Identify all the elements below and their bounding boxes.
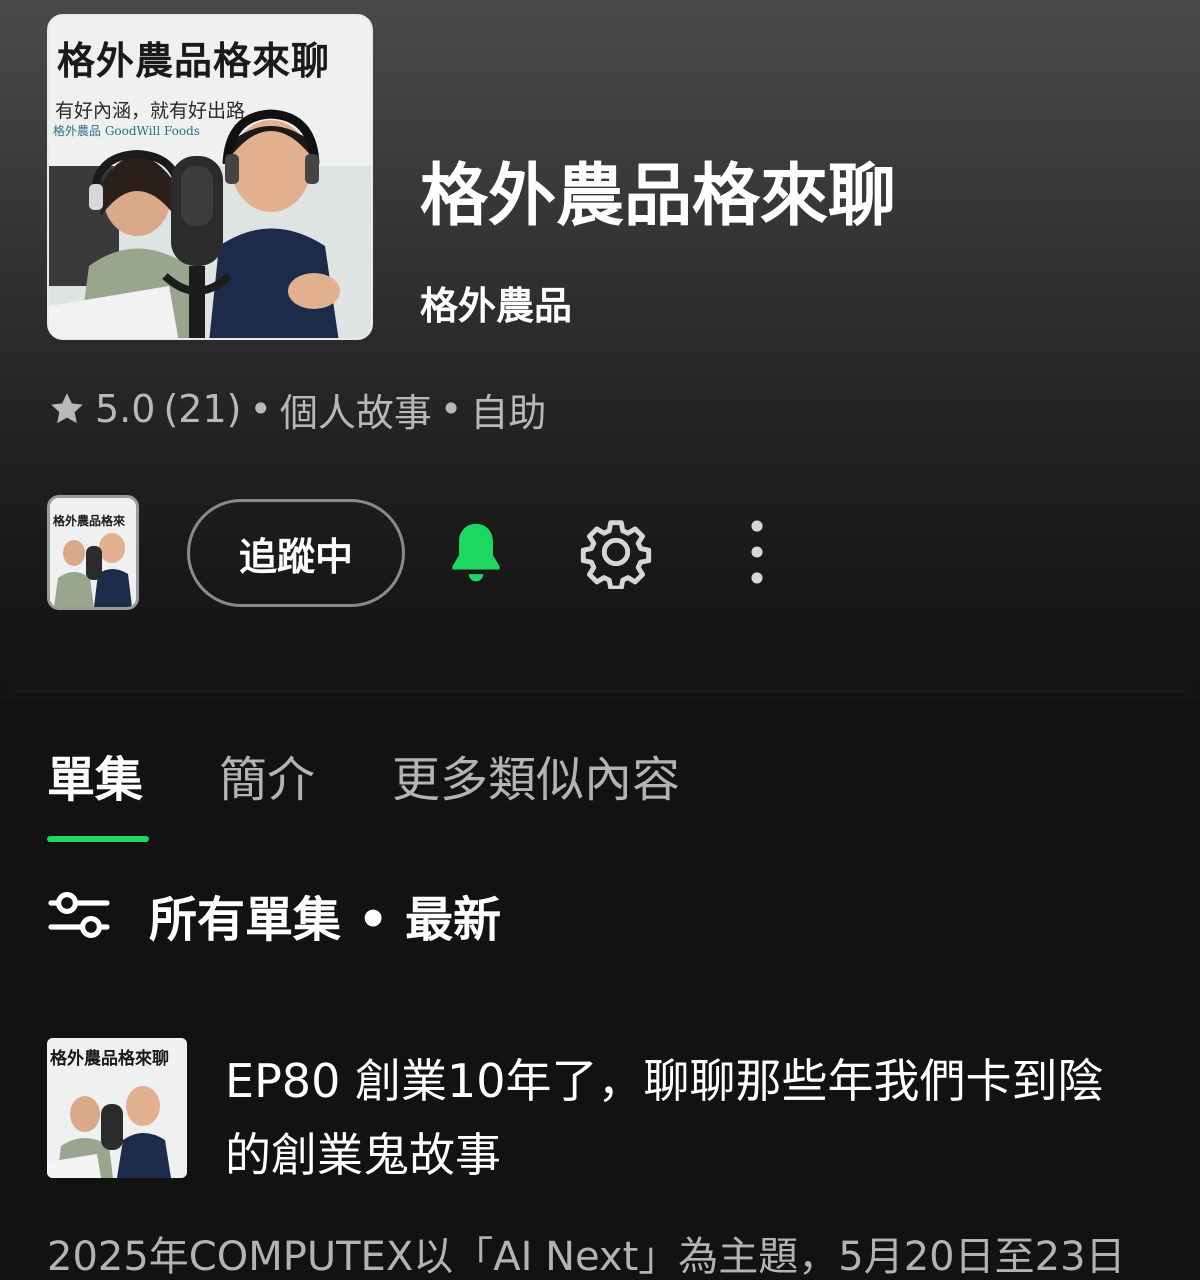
more-vertical-icon[interactable] xyxy=(737,515,777,589)
category-label[interactable]: 個人故事 xyxy=(280,382,432,437)
tab-bar: 單集 簡介 更多類似內容 xyxy=(47,740,1147,850)
cover-brand-text: 格外農品 GoodWill Foods xyxy=(53,124,200,138)
meta-separator: • xyxy=(439,387,463,431)
episode-thumbnail: 格外農品格來聊 xyxy=(47,1038,187,1178)
active-tab-indicator xyxy=(47,836,149,842)
podcast-meta-row: 5.0 (21) • 個人故事 • 自助 xyxy=(47,382,546,437)
bell-icon[interactable] xyxy=(443,517,509,587)
podcast-cover-art: 格外農品格來聊 有好內涵，就有好出路 格外農品 GoodWill Foods xyxy=(47,14,373,340)
following-button[interactable]: 追蹤中 xyxy=(187,499,405,607)
cover-subtitle-text: 有好內涵，就有好出路 xyxy=(55,100,246,122)
sliders-icon[interactable] xyxy=(47,887,111,943)
gear-icon[interactable] xyxy=(579,515,653,589)
episode-description: 2025年COMPUTEX以「AI Next」為主題，5月20日至23日 xyxy=(47,1234,1126,1280)
category-label[interactable]: 自助 xyxy=(470,382,546,437)
tab-more-like-this[interactable]: 更多類似內容 xyxy=(392,740,680,840)
tab-episodes[interactable]: 單集 xyxy=(47,740,143,840)
episode-thumb-title: 格外農品格來聊 xyxy=(50,1049,169,1069)
section-divider xyxy=(14,630,1186,692)
star-icon xyxy=(51,393,83,424)
rating-count: (21) xyxy=(163,387,242,431)
podcast-publisher[interactable]: 格外農品 xyxy=(420,275,572,330)
rating-value: 5.0 xyxy=(95,387,156,431)
meta-separator: • xyxy=(249,387,272,431)
episode-filter[interactable]: 所有單集 • 最新 xyxy=(47,885,501,948)
tab-about[interactable]: 簡介 xyxy=(219,740,315,840)
episode-title[interactable]: EP80 創業10年了，聊聊那些年我們卡到陰的創業鬼故事 xyxy=(225,1044,1145,1192)
cover-title-text: 格外農品格來聊 xyxy=(57,39,331,83)
podcast-show-page: 格外農品格來聊 有好內涵，就有好出路 格外農品 GoodWill Foods 格… xyxy=(0,0,1200,1280)
episode-list-item[interactable]: 格外農品格來聊 EP80 創業10年了，聊聊那些年我們卡到陰的創業鬼故事 xyxy=(47,1038,1157,1182)
filter-label[interactable]: 所有單集 • 最新 xyxy=(149,880,501,950)
mini-cover-preview[interactable]: 格外農品格來 xyxy=(47,495,139,610)
action-bar: 格外農品格來 追蹤中 xyxy=(47,495,1167,610)
mini-cover-title: 格外農品格來 xyxy=(53,514,126,528)
podcast-title: 格外農品格來聊 xyxy=(420,157,897,236)
